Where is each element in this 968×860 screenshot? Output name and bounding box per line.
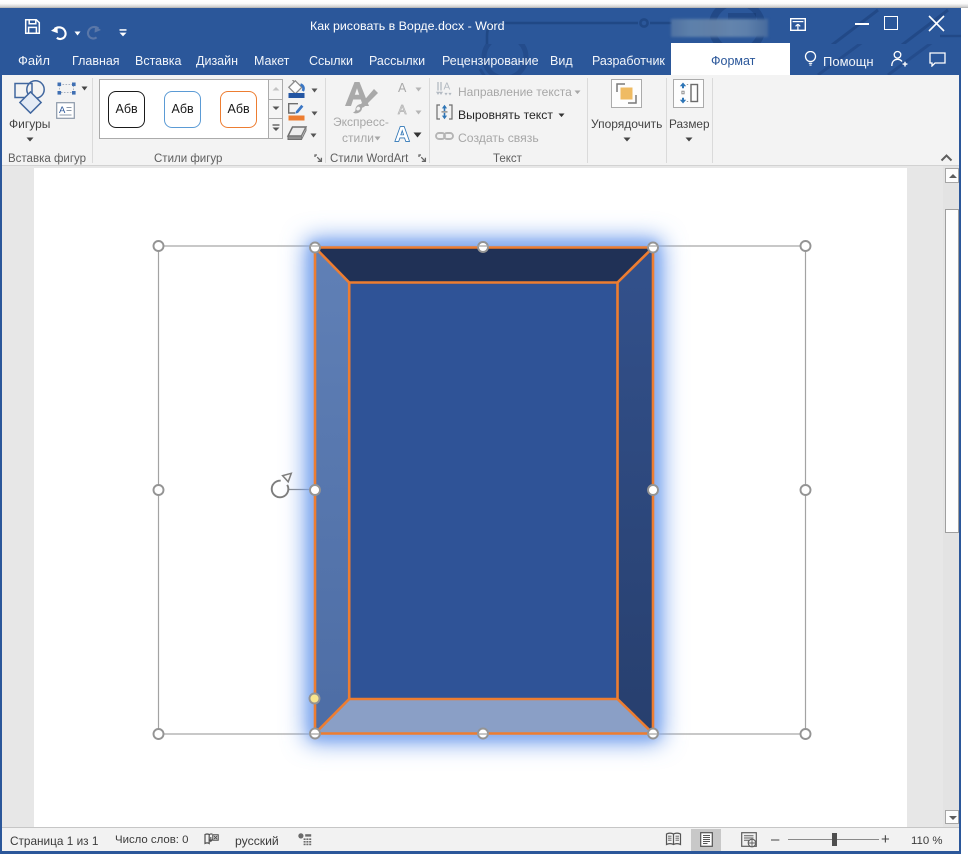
svg-text:А: А [59, 105, 66, 116]
svg-text:A: A [395, 124, 409, 144]
svg-text:А: А [444, 82, 451, 93]
